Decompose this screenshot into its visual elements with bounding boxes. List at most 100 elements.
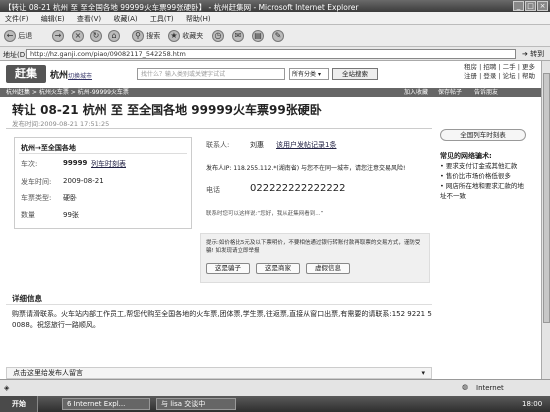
edit-button[interactable]: ✎ xyxy=(272,29,284,43)
back-button[interactable]: ← 后退 xyxy=(4,29,32,43)
seat-type: 硬卧 xyxy=(63,194,77,202)
depart-label: 发车时间: xyxy=(21,178,52,186)
list-item: • 要求支付订金或其他汇款 xyxy=(440,162,518,170)
detail-text: 购票请滑联系。火车站内部工作员工,帮您代购至全国各地的火车票,团体票,学生票,往… xyxy=(12,310,432,329)
chevron-down-icon: ▾ xyxy=(421,369,425,377)
detail-heading: 详细信息 xyxy=(12,294,42,303)
site-search-button[interactable]: 全站搜索 xyxy=(332,68,378,80)
favorites-button[interactable]: ★ 收藏夹 xyxy=(168,29,203,43)
tell-friend-link[interactable]: 告诉朋友 xyxy=(474,88,498,97)
scrollbar-thumb[interactable] xyxy=(543,73,550,323)
user-posts-link[interactable]: 该用户发帖记录1条 xyxy=(276,140,336,150)
leave-message-bar[interactable]: 点击这里给发布人留言 ▾ xyxy=(6,367,432,379)
top-links-row-1[interactable]: 租房 | 招聘 | 二手 | 更多 xyxy=(464,63,535,72)
web-page: 赶集 杭州 切换城市 找什么？输入类别或关键字试试 所有分类 ▾ 全站搜索 租房… xyxy=(0,61,541,379)
top-links-row-2[interactable]: 注册 | 登录 | 论坛 | 帮助 xyxy=(464,72,535,81)
menu-tools[interactable]: 工具(T) xyxy=(145,12,179,26)
window-title: 【转让 08-21 杭州 至 至全国各地 99999火车票99张硬卧】 - 杭州… xyxy=(4,3,359,12)
switch-city-link[interactable]: 切换城市 xyxy=(68,71,92,80)
contact-name: 刘惠 xyxy=(250,141,264,149)
home-icon: ⌂ xyxy=(108,30,120,42)
maximize-button[interactable]: □ xyxy=(525,1,536,11)
post-date: 发布时间:2009-08-21 17:51:25 xyxy=(12,120,110,128)
quantity-value: 99张 xyxy=(63,211,79,219)
report-fake-button[interactable]: 虚假信息 xyxy=(306,263,350,274)
stop-button[interactable]: × xyxy=(72,29,84,43)
forward-button[interactable]: → xyxy=(52,29,64,43)
stop-icon: × xyxy=(72,30,84,42)
scam-warning-list: • 要求支付订金或其他汇款 • 售价比市场价格低很多 • 网店所在地和要求汇款的… xyxy=(440,161,524,201)
box-divider xyxy=(19,153,187,154)
report-liar-button[interactable]: 这是骗子 xyxy=(206,263,250,274)
warning-text: 提示:如价格比5元及以下票明价，不要相信通过银行转账付款再取票的交易方式，谨防受… xyxy=(206,240,421,254)
history-button[interactable]: ◷ xyxy=(212,29,224,43)
clock: 18:00 xyxy=(522,400,543,408)
city-name: 杭州 xyxy=(50,71,69,81)
browser-toolbar: ← 后退 → × ↻ ⌂ ⚲ 搜索 ★ 收藏夹 ◷ ✉ ▤ ✎ xyxy=(0,25,550,47)
list-item: • 网店所在地和要求汇款的地 xyxy=(440,182,524,190)
address-input[interactable]: http://hz.ganji.com/piao/09082117_542258… xyxy=(26,49,516,59)
divider xyxy=(6,304,432,305)
timetable-button[interactable]: 全国列车时刻表 xyxy=(440,129,526,141)
list-item: • 售价比市场价格低很多 xyxy=(440,172,511,180)
window-titlebar: 【转让 08-21 杭州 至 至全国各地 99999火车票99张硬卧】 - 杭州… xyxy=(0,0,550,12)
contact-label: 联系人: xyxy=(206,141,230,149)
site-logo[interactable]: 赶集 xyxy=(6,65,46,83)
status-bar: ◈ ◍ Internet xyxy=(0,379,550,396)
list-item: 址不一致 xyxy=(440,192,466,200)
save-post-link[interactable]: 保存帖子 xyxy=(438,88,462,97)
edit-icon: ✎ xyxy=(272,30,284,42)
taskbar-item-chat[interactable]: 与 lisa 交谈中 xyxy=(156,398,236,410)
report-agent-button[interactable]: 这是商家 xyxy=(256,263,300,274)
leave-message-label: 点击这里给发布人留言 xyxy=(13,369,83,377)
go-arrow-icon: ➔ xyxy=(522,50,528,58)
menu-file[interactable]: 文件(F) xyxy=(0,12,34,26)
quantity-label: 数量 xyxy=(21,211,35,219)
address-bar: 地址(D) http://hz.ganji.com/piao/09082117_… xyxy=(0,47,550,61)
globe-icon: ◍ xyxy=(462,383,469,391)
go-button[interactable]: ➔ 转到 xyxy=(522,49,544,59)
breadcrumb[interactable]: 杭州赶集 > 杭州火车票 > 杭州-99999火车票 xyxy=(6,88,129,97)
star-icon: ★ xyxy=(168,30,180,42)
print-button[interactable]: ▤ xyxy=(252,29,264,43)
top-links: 租房 | 招聘 | 二手 | 更多 注册 | 登录 | 论坛 | 帮助 xyxy=(464,63,535,81)
history-icon: ◷ xyxy=(212,30,224,42)
menu-edit[interactable]: 编辑(E) xyxy=(36,12,70,26)
add-favorite-link[interactable]: 加入收藏 xyxy=(404,88,428,97)
minimize-button[interactable]: _ xyxy=(513,1,524,11)
start-button[interactable]: 开始 xyxy=(0,396,38,412)
home-button[interactable]: ⌂ xyxy=(108,29,120,43)
seat-label: 车票类型: xyxy=(21,194,52,202)
close-button[interactable]: × xyxy=(537,1,548,11)
search-icon: ⚲ xyxy=(132,30,144,42)
address-label: 地址(D) xyxy=(3,51,28,59)
menu-view[interactable]: 查看(V) xyxy=(72,12,106,26)
mail-icon: ✉ xyxy=(232,30,244,42)
train-number: 99999 xyxy=(63,159,88,167)
refresh-button[interactable]: ↻ xyxy=(90,29,102,43)
timetable-link[interactable]: 列车时刻表 xyxy=(91,159,126,169)
taskbar: 开始 6 Internet Expl... 与 lisa 交谈中 18:00 xyxy=(0,396,550,412)
menu-favorites[interactable]: 收藏(A) xyxy=(108,12,142,26)
forward-arrow-icon: → xyxy=(52,30,64,42)
mail-button[interactable]: ✉ xyxy=(232,29,244,43)
category-select[interactable]: 所有分类 ▾ xyxy=(289,68,329,80)
menu-help[interactable]: 帮助(H) xyxy=(181,12,216,26)
poster-ip: 发布人IP: 118.255.112.*(湖南省) 与您不在同一城市，请您注意交… xyxy=(206,165,406,172)
page-done-icon: ◈ xyxy=(4,384,10,392)
printer-icon: ▤ xyxy=(252,30,264,42)
scam-warning-heading: 常见的网络骗术: xyxy=(440,152,492,160)
vertical-scrollbar[interactable] xyxy=(541,61,550,379)
search-button[interactable]: ⚲ 搜索 xyxy=(132,29,160,43)
ticket-info-box: 杭州→至全国各地 车次: 99999 列车时刻表 发车时间: 2009-08-2… xyxy=(14,137,192,229)
phone-number: 022222222222222 xyxy=(250,183,346,194)
warning-box: 提示:如价格比5元及以下票明价，不要相信通过银行转账付款再取票的交易方式，谨防受… xyxy=(200,233,430,283)
route: 杭州→至全国各地 xyxy=(21,144,76,152)
back-arrow-icon: ← xyxy=(4,30,16,42)
site-search-input[interactable]: 找什么？输入类别或关键字试试 xyxy=(137,68,285,80)
page-title: 转让 08-21 杭州 至 至全国各地 99999火车票99张硬卧 xyxy=(12,103,322,117)
nav-bar: 杭州赶集 > 杭州火车票 > 杭州-99999火车票 加入收藏 保存帖子 告诉朋… xyxy=(0,88,541,97)
taskbar-item-ie[interactable]: 6 Internet Expl... xyxy=(62,398,150,410)
divider xyxy=(6,128,432,129)
menu-bar: 文件(F) 编辑(E) 查看(V) 收藏(A) 工具(T) 帮助(H) xyxy=(0,12,550,25)
